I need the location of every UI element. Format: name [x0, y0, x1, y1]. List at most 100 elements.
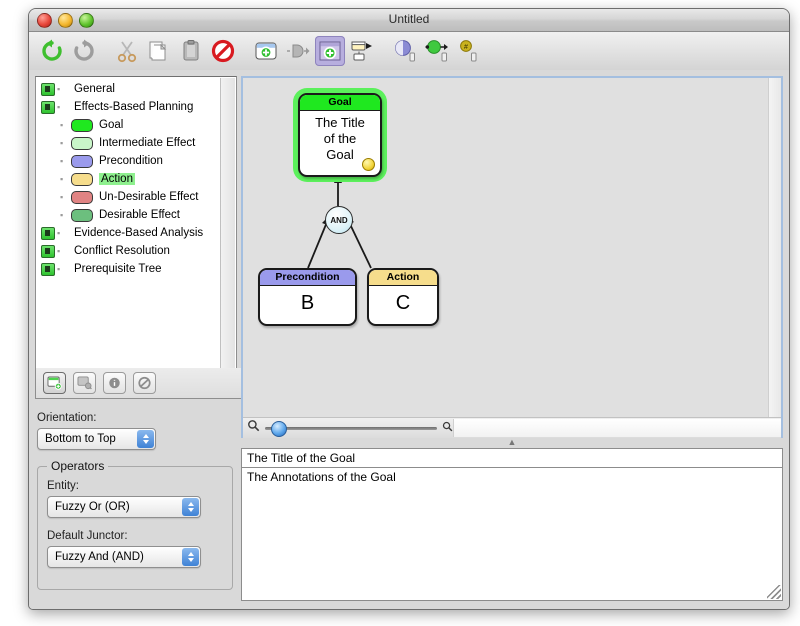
goal-node-header: Goal — [300, 95, 380, 111]
delete-icon[interactable] — [208, 36, 238, 66]
tree-scrollbar[interactable] — [220, 78, 235, 368]
and-junctor[interactable]: AND — [325, 206, 353, 234]
graph-canvas[interactable]: Goal The Title of the Goal AND Precondit… — [243, 78, 769, 418]
undo-icon[interactable] — [37, 36, 67, 66]
precondition-node[interactable]: Precondition B — [258, 268, 357, 326]
tree-item-effects-based-planning[interactable]: ▪ Effects-Based Planning — [36, 98, 220, 116]
annotations-field-value: The Annotations of the Goal — [247, 470, 396, 484]
goal-node-marker[interactable] — [362, 158, 375, 171]
svg-text:#: # — [464, 44, 468, 51]
tree-item-conflict-resolution[interactable]: ▪ Conflict Resolution — [36, 242, 220, 260]
operators-group: Operators Entity: Fuzzy Or (OR) Default … — [37, 459, 233, 590]
and-junctor-label: AND — [330, 215, 348, 225]
color-swatch — [71, 208, 93, 222]
tree-item-desirable-effect[interactable]: ▪ Desirable Effect — [36, 206, 220, 224]
tree-item-un-desirable-effect[interactable]: ▪ Un-Desirable Effect — [36, 188, 220, 206]
window-title: Untitled — [388, 12, 430, 26]
bullet-icon: ▪ — [57, 227, 61, 238]
info-button[interactable] — [103, 372, 126, 394]
redo-icon[interactable] — [69, 36, 99, 66]
propagate-icon[interactable] — [422, 36, 452, 66]
cut-icon[interactable] — [112, 36, 142, 66]
orientation-label: Orientation: — [37, 412, 97, 424]
new-annotation-button[interactable] — [73, 372, 96, 394]
left-panel: ▪ General ▪ Effects-Based Planning ▪ Goal ▪ Int… — [35, 76, 244, 601]
title-bar[interactable]: Untitled — [29, 9, 789, 32]
tree-list: ▪ General ▪ Effects-Based Planning ▪ Goal ▪ Int… — [36, 80, 220, 278]
precondition-node-wrap[interactable]: Precondition B — [258, 268, 357, 326]
tree-item-label: Conflict Resolution — [74, 245, 170, 257]
add-annotation-icon[interactable] — [347, 36, 377, 66]
group-icon[interactable] — [41, 226, 55, 240]
tree-item-intermediate-effect[interactable]: ▪ Intermediate Effect — [36, 134, 220, 152]
right-panel: Goal The Title of the Goal AND Precondit… — [241, 76, 783, 601]
title-field[interactable]: The Title of the Goal — [241, 448, 783, 468]
chevron-updown-icon — [182, 548, 199, 566]
chevron-updown-icon — [137, 430, 154, 448]
group-icon[interactable] — [41, 262, 55, 276]
tree-item-prerequisite-tree[interactable]: ▪ Prerequisite Tree — [36, 260, 220, 278]
graph-editor[interactable]: Goal The Title of the Goal AND Precondit… — [241, 76, 783, 440]
orientation-select[interactable]: Bottom to Top — [37, 428, 156, 450]
tree-item-label: Intermediate Effect — [99, 137, 196, 149]
split-handle[interactable]: ▲ — [241, 438, 783, 448]
number-icon[interactable]: # — [454, 36, 484, 66]
tree-toolbar — [35, 368, 244, 399]
canvas-scrollbar[interactable] — [768, 78, 781, 418]
orientation-group: Orientation: Bottom to Top — [37, 412, 233, 450]
tree-item-label: Effects-Based Planning — [74, 101, 194, 113]
zoom-slider-thumb[interactable] — [271, 421, 287, 437]
evaluate-icon[interactable] — [390, 36, 420, 66]
default-junctor-select[interactable]: Fuzzy And (AND) — [47, 546, 201, 568]
entity-operator-value: Fuzzy Or (OR) — [55, 501, 130, 513]
add-node-icon[interactable] — [315, 36, 345, 66]
tree-item-precondition[interactable]: ▪ Precondition — [36, 152, 220, 170]
action-node-header: Action — [369, 270, 437, 286]
tree-item-evidence-based-analysis[interactable]: ▪ Evidence-Based Analysis — [36, 224, 220, 242]
group-icon[interactable] — [41, 82, 55, 96]
operators-legend: Operators — [47, 459, 109, 473]
tree-item-label: Desirable Effect — [99, 209, 180, 221]
annotations-field[interactable]: The Annotations of the Goal — [241, 468, 783, 601]
add-junctor-icon[interactable] — [283, 36, 313, 66]
bullet-icon: ▪ — [57, 101, 61, 112]
color-swatch — [71, 154, 93, 168]
action-node-wrap[interactable]: Action C — [367, 268, 439, 326]
group-icon[interactable] — [41, 100, 55, 114]
paste-icon[interactable] — [176, 36, 206, 66]
goal-node-selection[interactable]: Goal The Title of the Goal — [293, 88, 387, 182]
bullet-icon: ▪ — [57, 263, 61, 274]
bullet-icon: ▪ — [60, 191, 64, 202]
group-icon[interactable] — [41, 244, 55, 258]
tree-item-action[interactable]: ▪ Action — [36, 170, 220, 188]
chevron-updown-icon — [182, 498, 199, 516]
toolbar: # — [29, 32, 789, 71]
bullet-icon: ▪ — [57, 245, 61, 256]
zoom-slider[interactable] — [265, 420, 437, 437]
entity-type-tree[interactable]: ▪ General ▪ Effects-Based Planning ▪ Goal ▪ Int… — [35, 76, 237, 370]
action-node[interactable]: Action C — [367, 268, 439, 326]
tree-item-general[interactable]: ▪ General — [36, 80, 220, 98]
goal-node[interactable]: Goal The Title of the Goal — [298, 93, 382, 177]
bullet-icon: ▪ — [57, 83, 61, 94]
copy-icon[interactable] — [144, 36, 174, 66]
application-window: Untitled # ▪ General ▪ Effects-Based Pla… — [28, 8, 790, 610]
tree-item-label: Action — [99, 173, 135, 185]
goal-node-body: The Title of the Goal — [315, 115, 365, 162]
tree-item-goal[interactable]: ▪ Goal — [36, 116, 220, 134]
tree-item-label: Un-Desirable Effect — [99, 191, 199, 203]
entity-operator-select[interactable]: Fuzzy Or (OR) — [47, 496, 201, 518]
color-swatch — [71, 172, 93, 186]
zoom-bar-filler — [453, 419, 781, 437]
add-entity-icon[interactable] — [251, 36, 281, 66]
title-field-value: The Title of the Goal — [247, 451, 356, 465]
resize-grip[interactable] — [767, 585, 781, 599]
disable-button[interactable] — [133, 372, 156, 394]
default-junctor-label: Default Junctor: — [47, 530, 128, 542]
bullet-icon: ▪ — [60, 173, 64, 184]
color-swatch — [71, 190, 93, 204]
tree-item-label: Prerequisite Tree — [74, 263, 162, 275]
new-entity-button[interactable] — [43, 372, 66, 394]
tree-item-label: Precondition — [99, 155, 163, 167]
precondition-node-header: Precondition — [260, 270, 355, 286]
